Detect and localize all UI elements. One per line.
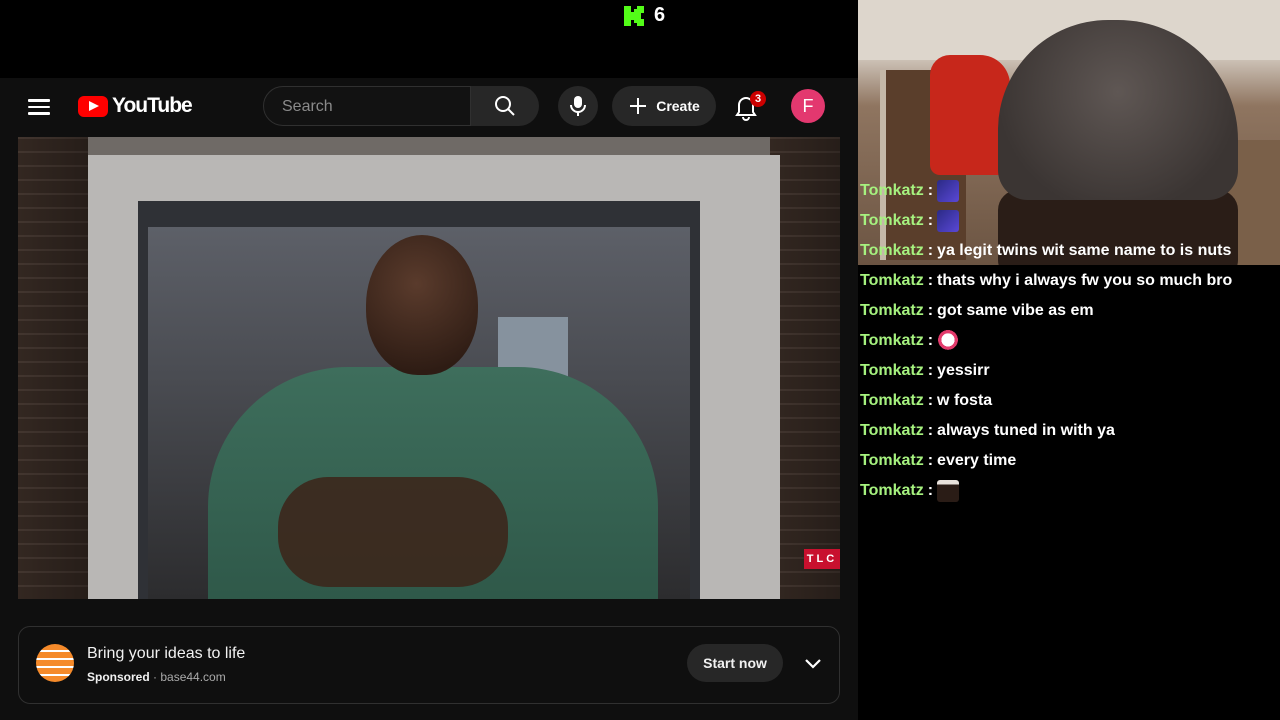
search-icon	[495, 96, 515, 116]
ad-subtitle: Sponsored · base44.com	[87, 670, 226, 684]
chat-message: Tomkatz: w fosta	[858, 386, 1280, 416]
viewer-counter: 6	[624, 4, 665, 27]
video-player[interactable]: TLC	[18, 137, 840, 599]
chat-separator: :	[927, 272, 934, 289]
chat-username[interactable]: Tomkatz	[860, 392, 924, 410]
sponsored-ad-card[interactable]: Bring your ideas to life Sponsored · bas…	[18, 626, 840, 704]
microphone-icon	[570, 96, 586, 116]
chat-username[interactable]: Tomkatz	[860, 332, 924, 350]
chat-message: Tomkatz:	[858, 176, 1280, 206]
chat-message: Tomkatz:	[858, 326, 1280, 356]
chat-separator: :	[927, 392, 934, 409]
chat-text: every time	[937, 452, 1017, 469]
channel-watermark: TLC	[804, 549, 840, 569]
advertiser-logo	[36, 644, 74, 682]
chat-panel: Tomkatz: Tomkatz: Tomkatz: ya legit twins…	[858, 176, 1280, 506]
avatar[interactable]: F	[791, 89, 825, 123]
stream-top-bar: 6	[0, 0, 858, 78]
viewer-count: 6	[654, 4, 666, 26]
chat-message: Tomkatz: always tuned in with ya	[858, 416, 1280, 446]
brick-wall-left	[18, 137, 88, 599]
blue-emote-icon	[937, 180, 960, 202]
chat-message: Tomkatz: got same vibe as em	[858, 296, 1280, 326]
chat-username[interactable]: Tomkatz	[860, 242, 924, 260]
plus-icon	[630, 98, 647, 114]
chat-separator: :	[927, 332, 934, 349]
ad-domain[interactable]: base44.com	[160, 670, 225, 684]
chat-text: w fosta	[937, 392, 993, 409]
chat-message: Tomkatz: every time	[858, 446, 1280, 476]
chat-text: always tuned in with ya	[937, 422, 1115, 439]
youtube-play-icon	[78, 95, 108, 117]
sponsored-label: Sponsored	[87, 670, 150, 684]
ad-separator: ·	[149, 670, 161, 684]
chat-message: Tomkatz: yessirr	[858, 356, 1280, 386]
notifications-button[interactable]: 3	[732, 88, 766, 122]
chat-separator: :	[927, 302, 934, 319]
speaker-hands	[278, 477, 508, 587]
chat-text: ya legit twins wit same name to is nuts	[937, 242, 1232, 259]
chat-message: Tomkatz:	[858, 206, 1280, 236]
youtube-window: YouTube Create	[0, 78, 858, 720]
chat-message: Tomkatz: thats why i always fw you so muc…	[858, 266, 1280, 296]
chevron-down-icon[interactable]	[801, 651, 825, 675]
chat-separator: :	[927, 242, 934, 259]
chat-text: got same vibe as em	[937, 302, 1094, 319]
chat-message: Tomkatz:	[858, 476, 1280, 506]
chat-separator: :	[927, 452, 934, 469]
person-emote-icon	[937, 480, 960, 502]
search-button[interactable]	[471, 86, 539, 126]
menu-icon[interactable]	[26, 95, 52, 119]
chat-username[interactable]: Tomkatz	[860, 182, 924, 200]
chat-username[interactable]: Tomkatz	[860, 212, 924, 230]
search-box	[263, 86, 471, 127]
chat-text: yessirr	[937, 362, 990, 379]
chat-separator: :	[927, 362, 934, 379]
start-now-button[interactable]: Start now	[687, 644, 783, 682]
search-input[interactable]	[280, 87, 464, 127]
notification-badge: 3	[750, 91, 766, 107]
youtube-logo-text: YouTube	[112, 94, 193, 117]
chat-username[interactable]: Tomkatz	[860, 272, 924, 290]
create-button[interactable]: Create	[612, 86, 716, 126]
chat-username[interactable]: Tomkatz	[860, 482, 924, 500]
blue-emote-icon	[937, 210, 960, 232]
youtube-logo[interactable]: YouTube	[78, 94, 193, 118]
chat-separator: :	[927, 422, 934, 439]
chat-separator: :	[927, 212, 934, 229]
speaker-head	[366, 235, 478, 375]
chat-username[interactable]: Tomkatz	[860, 362, 924, 380]
chat-username[interactable]: Tomkatz	[860, 452, 924, 470]
create-label: Create	[656, 98, 700, 114]
chat-username[interactable]: Tomkatz	[860, 422, 924, 440]
brick-wall-right	[770, 137, 840, 599]
youtube-header: YouTube Create	[0, 78, 858, 136]
voice-search-button[interactable]	[558, 86, 598, 126]
chat-separator: :	[927, 482, 934, 499]
ad-title[interactable]: Bring your ideas to life	[87, 645, 245, 663]
ghost-emote-icon	[937, 330, 960, 352]
chat-separator: :	[927, 182, 934, 199]
chat-message: Tomkatz: ya legit twins wit same name to …	[858, 236, 1280, 266]
chat-username[interactable]: Tomkatz	[860, 302, 924, 320]
chat-text: thats why i always fw you so much bro	[937, 272, 1233, 289]
kick-logo-icon	[624, 5, 644, 26]
